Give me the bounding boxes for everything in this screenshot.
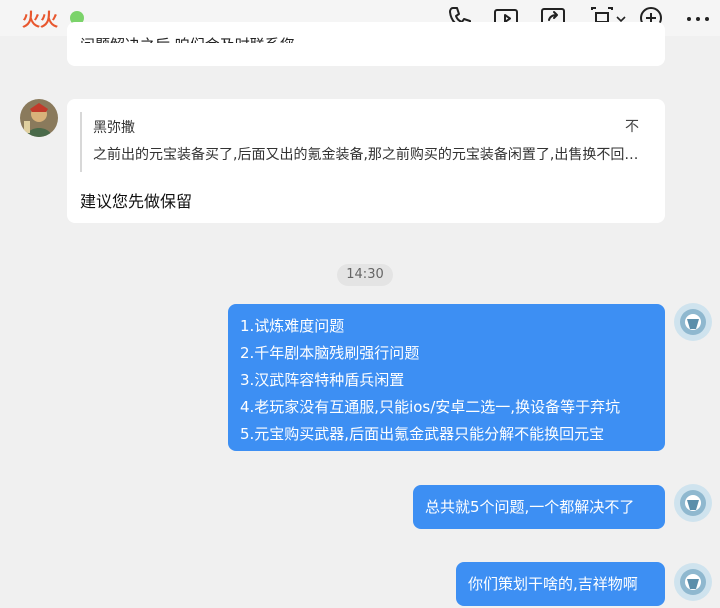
contact-name[interactable]: 火火 (22, 6, 58, 32)
user-avatar[interactable] (674, 563, 712, 601)
message-line: 1.试炼难度问题 (240, 317, 345, 335)
message-line: 3.汉武阵容特种盾兵闲置 (240, 371, 405, 389)
user-avatar[interactable] (674, 303, 712, 341)
message-line: 总共就5个问题,一个都解决不了 (425, 498, 635, 516)
quote-expand-toggle[interactable]: 不 (625, 116, 639, 136)
timestamp: 14:30 (337, 264, 393, 286)
user-avatar[interactable] (674, 484, 712, 522)
quote-bar (80, 112, 82, 172)
outgoing-message-bubble[interactable]: 总共就5个问题,一个都解决不了 (413, 485, 665, 529)
message-line: 2.千年剧本脑残刷强行问题 (240, 344, 420, 362)
agent-avatar[interactable] (20, 99, 58, 137)
message-line: 5.元宝购买武器,后面出氪金武器只能分解不能换回元宝 (240, 425, 605, 443)
incoming-message-bubble[interactable] (67, 22, 665, 66)
message-line: 你们策划干啥的,吉祥物啊 (468, 575, 638, 593)
outgoing-message-bubble[interactable]: 你们策划干啥的,吉祥物啊 (456, 562, 665, 606)
quote-text: 之前出的元宝装备买了,后面又出的氪金装备,那之前购买的元宝装备闲置了,出售换不回… (93, 147, 645, 163)
more-icon[interactable] (684, 4, 712, 32)
message-line: 4.老玩家没有互通服,只能ios/安卓二选一,换设备等于弃坑 (240, 398, 621, 416)
outgoing-message-bubble[interactable]: 1.试炼难度问题 2.千年剧本脑残刷强行问题 3.汉武阵容特种盾兵闲置 4.老玩… (228, 304, 665, 451)
quote-author: 黑弥撒 (93, 120, 135, 136)
reply-text: 建议您先做保留 (80, 192, 193, 211)
